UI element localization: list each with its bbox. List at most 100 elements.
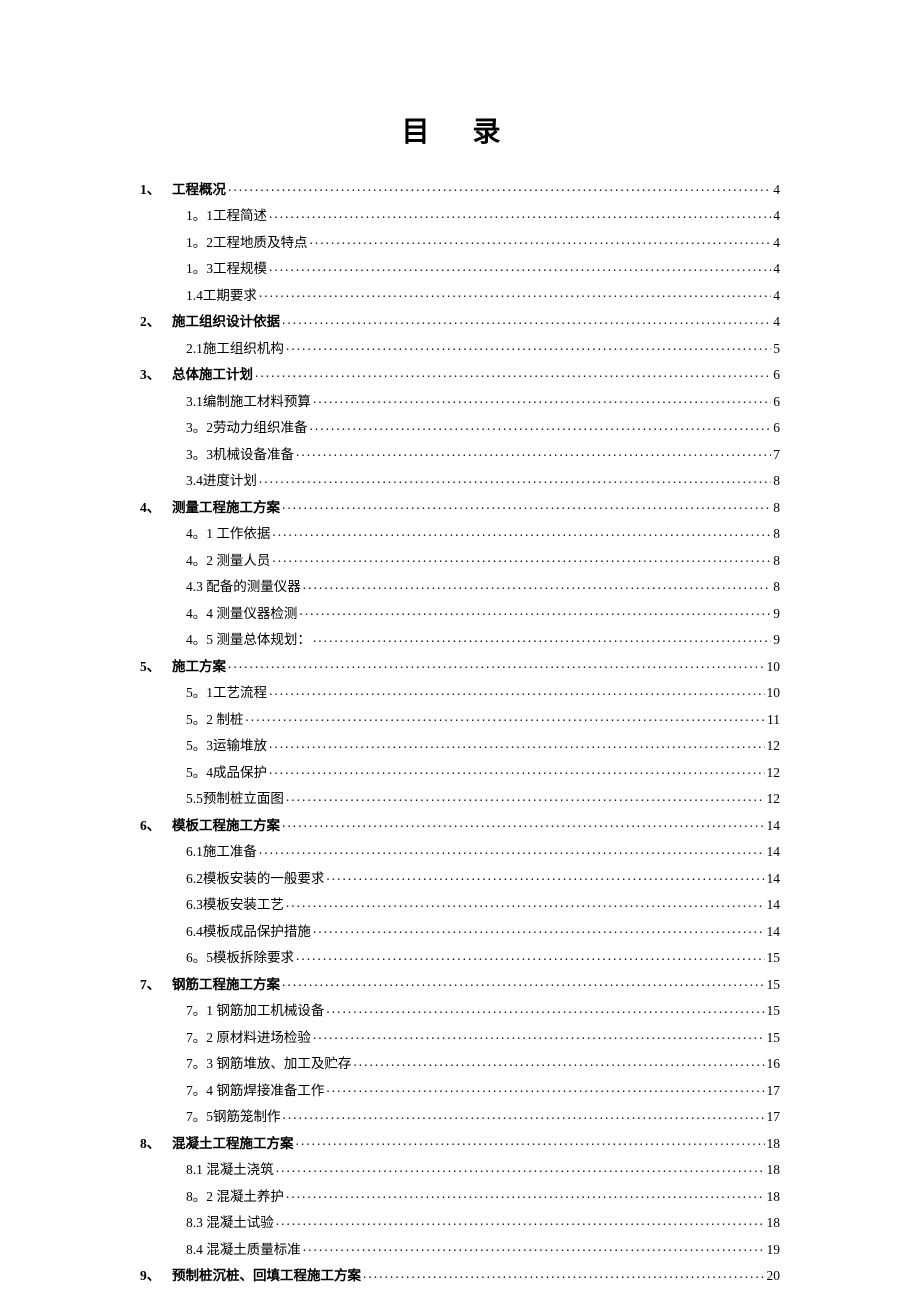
toc-entry: 1、工程概况4: [140, 180, 780, 196]
toc-entry: 1。3工程规模4: [140, 260, 780, 276]
toc-leader-dots: [363, 1267, 765, 1281]
toc-entry-label: 3。3机械设备准备: [186, 448, 294, 462]
toc-entry: 9、预制桩沉桩、回填工程施工方案20: [140, 1267, 780, 1283]
toc-entry-label: 8。2 混凝土养护: [186, 1190, 284, 1204]
toc-entry-text: 模板工程施工方案: [172, 818, 280, 833]
toc-entry-label: 8.3 混凝土试验: [186, 1216, 274, 1230]
toc-leader-dots: [259, 286, 771, 300]
toc-entry-label: 5.5预制桩立面图: [186, 792, 284, 806]
toc-entry: 7。5钢筋笼制作 17: [140, 1108, 780, 1124]
toc-entry: 5。4成品保护 12: [140, 763, 780, 779]
toc-entry-text: 7。5钢筋笼制作: [186, 1109, 281, 1124]
toc-entry-label: 4。2 测量人员: [186, 554, 270, 568]
toc-entry: 3.4进度计划 8: [140, 472, 780, 488]
toc-entry-label: 1。2工程地质及特点: [186, 236, 308, 250]
toc-leader-dots: [313, 392, 771, 406]
toc-entry: 5、施工方案10: [140, 657, 780, 673]
toc-entry-label: 7、钢筋工程施工方案: [140, 978, 280, 992]
toc-entry-page: 12: [767, 766, 781, 780]
toc-leader-dots: [310, 233, 772, 247]
toc-entry-text: 3.4进度计划: [186, 473, 257, 488]
toc-leader-dots: [296, 445, 771, 459]
toc-entry-label: 8.4 混凝土质量标准: [186, 1243, 301, 1257]
toc-entry-text: 4.3 配备的测量仪器: [186, 579, 301, 594]
toc-entry-text: 1。1工程简述: [186, 208, 267, 223]
toc-entry-number: 6、: [140, 819, 172, 833]
toc-leader-dots: [228, 180, 771, 194]
toc-entry-label: 3.1编制施工材料预算: [186, 395, 311, 409]
toc-leader-dots: [313, 1028, 765, 1042]
toc-entry-text: 6.3模板安装工艺: [186, 897, 284, 912]
toc-leader-dots: [303, 1240, 765, 1254]
toc-entry: 6.2模板安装的一般要求14: [140, 869, 780, 885]
toc-leader-dots: [353, 1055, 764, 1069]
toc-entry: 2.1施工组织机构5: [140, 339, 780, 355]
toc-entry-number: 9、: [140, 1269, 172, 1283]
toc-entry-text: 8。2 混凝土养护: [186, 1189, 284, 1204]
toc-leader-dots: [286, 1187, 765, 1201]
toc-entry: 8.3 混凝土试验18: [140, 1214, 780, 1230]
toc-entry: 5。3运输堆放12: [140, 737, 780, 753]
toc-entry-number: 7、: [140, 978, 172, 992]
toc-entry-page: 10: [767, 660, 781, 674]
toc-entry: 3。2劳动力组织准备6: [140, 419, 780, 435]
toc-entry-page: 4: [773, 315, 780, 329]
toc-entry: 1。2工程地质及特点4: [140, 233, 780, 249]
toc-entry-page: 15: [767, 1031, 781, 1045]
toc-entry-label: 9、预制桩沉桩、回填工程施工方案: [140, 1269, 361, 1283]
toc-entry-page: 18: [767, 1163, 781, 1177]
toc-entry-text: 预制桩沉桩、回填工程施工方案: [172, 1268, 361, 1283]
toc-leader-dots: [269, 207, 771, 221]
toc-entry: 3。3机械设备准备7: [140, 445, 780, 461]
toc-entry: 4。5 测量总体规划：9: [140, 631, 780, 647]
toc-entry: 4。4 测量仪器检测9: [140, 604, 780, 620]
toc-entry-text: 1。3工程规模: [186, 261, 267, 276]
toc-entry: 7。4 钢筋焊接准备工作17: [140, 1081, 780, 1097]
toc-leader-dots: [313, 631, 771, 645]
toc-entry: 7、钢筋工程施工方案15: [140, 975, 780, 991]
toc-entry: 6。5模板拆除要求15: [140, 949, 780, 965]
toc-entry-text: 6.4模板成品保护措施: [186, 924, 311, 939]
toc-leader-dots: [269, 737, 765, 751]
toc-entry: 1。1工程简述4: [140, 207, 780, 223]
toc-entry-label: 5。1工艺流程: [186, 686, 267, 700]
toc-entry-page: 14: [767, 898, 781, 912]
toc-entry-page: 17: [767, 1110, 781, 1124]
toc-leader-dots: [276, 1161, 765, 1175]
toc-leader-dots: [326, 1002, 764, 1016]
toc-entry-page: 18: [767, 1190, 781, 1204]
toc-entry: 8。2 混凝土养护 18: [140, 1187, 780, 1203]
toc-entry-label: 5。2 制桩: [186, 713, 243, 727]
toc-leader-dots: [313, 922, 765, 936]
toc-entry-page: 5: [773, 342, 780, 356]
toc-entry-number: 4、: [140, 501, 172, 515]
toc-entry-text: 6。5模板拆除要求: [186, 950, 294, 965]
toc-leader-dots: [296, 949, 765, 963]
toc-entry-text: 8.3 混凝土试验: [186, 1215, 274, 1230]
toc-leader-dots: [276, 1214, 765, 1228]
toc-entry-text: 4。5 测量总体规划：: [186, 632, 311, 647]
toc-leader-dots: [228, 657, 765, 671]
toc-entry: 8.4 混凝土质量标准19: [140, 1240, 780, 1256]
toc-entry: 6、模板工程施工方案14: [140, 816, 780, 832]
toc-entry-label: 1。3工程规模: [186, 262, 267, 276]
toc-entry: 3、总体施工计划6: [140, 366, 780, 382]
toc-entry-page: 17: [767, 1084, 781, 1098]
toc-entry: 1.4工期要求4: [140, 286, 780, 302]
toc-entry-page: 8: [773, 580, 780, 594]
toc-entry: 4.3 配备的测量仪器 8: [140, 578, 780, 594]
table-of-contents: 1、工程概况41。1工程简述41。2工程地质及特点41。3工程规模41.4工期要…: [140, 180, 780, 1283]
toc-title: 目 录: [140, 110, 780, 150]
toc-entry-label: 4。5 测量总体规划：: [186, 633, 311, 647]
toc-leader-dots: [286, 790, 765, 804]
toc-entry-text: 5。4成品保护: [186, 765, 267, 780]
toc-leader-dots: [269, 684, 765, 698]
toc-entry-page: 8: [773, 474, 780, 488]
toc-leader-dots: [282, 975, 765, 989]
toc-entry: 6.1施工准备14: [140, 843, 780, 859]
toc-entry-label: 4.3 配备的测量仪器: [186, 580, 301, 594]
toc-entry-number: 2、: [140, 315, 172, 329]
toc-entry: 7。1 钢筋加工机械设备15: [140, 1002, 780, 1018]
toc-entry-text: 施工方案: [172, 659, 226, 674]
toc-entry: 5。2 制桩11: [140, 710, 780, 726]
